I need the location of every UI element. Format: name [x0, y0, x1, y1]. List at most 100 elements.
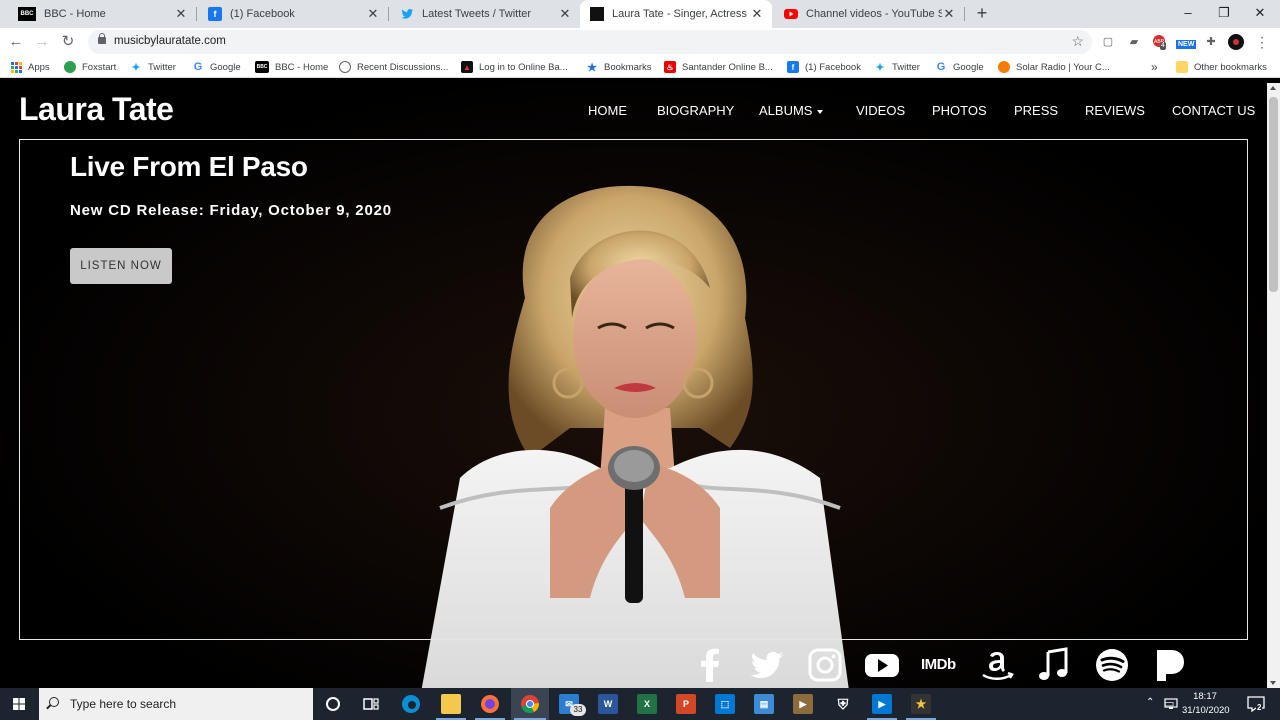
bookmark-santander[interactable]: ♨ Santander Online B...	[664, 59, 773, 75]
new-extension-icon[interactable]: NEW	[1176, 34, 1197, 50]
bookmark-bookmarks[interactable]: ★ Bookmarks	[586, 59, 651, 75]
tab-laura-tate[interactable]: Laura Tate - Singer, Actress ✕	[580, 0, 772, 28]
media-player-icon[interactable]: ▶	[793, 694, 813, 714]
bookmark-foxstart[interactable]: Foxstart	[64, 59, 116, 75]
bookmark-recent-discussions[interactable]: Recent Discussions...	[339, 59, 448, 75]
tray-overflow-icon[interactable]: ⌃	[1146, 697, 1154, 708]
bookmark-facebook[interactable]: f (1) Facebook	[787, 59, 861, 75]
taskbar-search-box[interactable]: Type here to search	[39, 688, 313, 720]
site-logo[interactable]: Laura Tate	[19, 91, 174, 128]
bookmark-online-banking[interactable]: ▲ Log in to Online Ba...	[461, 59, 568, 75]
nav-photos[interactable]: PHOTOS	[932, 103, 987, 118]
close-tab-icon[interactable]: ✕	[942, 6, 956, 22]
minimize-button[interactable]: –	[1170, 0, 1206, 28]
file-explorer-icon[interactable]	[441, 694, 461, 714]
tab-facebook[interactable]: f (1) Facebook ✕	[198, 0, 388, 28]
browser-tab-strip: BBC BBC - Home ✕ f (1) Facebook ✕ Latest…	[0, 0, 1280, 28]
system-clock[interactable]: 18:17 31/10/2020	[1182, 690, 1230, 718]
bookmarks-bar: Apps Foxstart ✦ Twitter G Google BBC BBC…	[0, 56, 1280, 78]
bookmark-google[interactable]: G Google	[192, 59, 241, 75]
other-bookmarks[interactable]: Other bookmarks	[1176, 59, 1267, 75]
forward-button[interactable]: →	[32, 32, 52, 52]
bookmark-solar-radio[interactable]: Solar Radio | Your C...	[998, 59, 1110, 75]
amazon-icon[interactable]	[979, 646, 1015, 684]
url-text[interactable]: musicbylauratate.com	[114, 35, 226, 47]
bookmark-apps[interactable]: Apps	[10, 59, 50, 75]
address-bar[interactable]: musicbylauratate.com ☆	[88, 30, 1092, 54]
adblock-icon[interactable]: ABP 4	[1152, 34, 1168, 50]
listen-now-button[interactable]: LISTEN NOW	[70, 248, 172, 284]
bookmark-twitter[interactable]: ✦ Twitter	[130, 59, 176, 75]
video-editor-icon[interactable]: ★	[911, 694, 931, 714]
cortana-icon[interactable]	[323, 694, 343, 714]
nav-reviews[interactable]: REVIEWS	[1085, 103, 1145, 118]
windows-taskbar: Type here to search ✉ 33 W X P ⬚ ▤ ▶ ⛨ ▶…	[0, 688, 1280, 720]
bookmark-google-2[interactable]: G Google	[935, 59, 984, 75]
tab-title: Latest Tweets / Twitter	[422, 8, 532, 20]
bookmark-star-icon[interactable]: ☆	[1071, 33, 1084, 50]
extension-icon[interactable]: ▰	[1126, 34, 1142, 50]
close-tab-icon[interactable]: ✕	[750, 6, 764, 22]
tab-separator	[964, 7, 965, 21]
store-icon[interactable]: ⬚	[715, 694, 735, 714]
windows-start-icon[interactable]	[0, 688, 38, 720]
bookmarks-overflow-button[interactable]: »	[1151, 59, 1158, 75]
nav-press[interactable]: PRESS	[1014, 103, 1058, 118]
scroll-up-arrow-icon[interactable]	[1270, 86, 1276, 90]
word-icon[interactable]: W	[598, 694, 618, 714]
nav-videos[interactable]: VIDEOS	[856, 103, 905, 118]
clock-date: 31/10/2020	[1182, 705, 1230, 716]
control-panel-icon[interactable]: ▤	[754, 694, 774, 714]
office-app-icon[interactable]: P	[676, 694, 696, 714]
youtube-icon[interactable]	[864, 646, 900, 684]
chrome-menu-icon[interactable]: ⋮	[1254, 34, 1270, 50]
close-tab-icon[interactable]: ✕	[558, 6, 572, 22]
tab-search-icon[interactable]: ▢	[1100, 34, 1116, 50]
close-window-button[interactable]: ✕	[1242, 0, 1278, 28]
lock-icon	[98, 33, 106, 44]
task-view-icon[interactable]	[361, 694, 381, 714]
profile-avatar[interactable]	[1228, 34, 1244, 50]
firefox-icon[interactable]	[480, 694, 500, 714]
page-scrollbar[interactable]	[1267, 83, 1280, 688]
security-shield-icon[interactable]: ⛨	[833, 694, 853, 714]
close-tab-icon[interactable]: ✕	[174, 6, 188, 22]
nav-contact-us[interactable]: CONTACT US	[1172, 103, 1255, 118]
bbc-icon: BBC	[18, 7, 36, 21]
hero-subtitle: New CD Release: Friday, October 9, 2020	[70, 202, 392, 219]
bookmark-label: Apps	[28, 61, 50, 73]
tab-youtube-studio[interactable]: Channel videos - YouTube Studio ✕	[774, 0, 964, 28]
chrome-icon[interactable]	[520, 694, 540, 714]
facebook-icon[interactable]	[692, 646, 728, 684]
twitter-icon	[400, 7, 414, 21]
notification-center-icon[interactable]: 2	[1246, 694, 1266, 714]
new-tab-button[interactable]: +	[972, 3, 992, 23]
spotify-icon[interactable]	[1094, 646, 1130, 684]
bookmark-bbc[interactable]: BBC BBC - Home	[255, 59, 328, 75]
edge-icon[interactable]	[401, 694, 421, 714]
bookmark-twitter-2[interactable]: ✦ Twitter	[874, 59, 920, 75]
scroll-down-arrow-icon[interactable]	[1270, 681, 1276, 685]
music-note-icon[interactable]	[1036, 646, 1072, 684]
movie-maker-icon[interactable]: ▶	[872, 694, 892, 714]
close-tab-icon[interactable]: ✕	[366, 6, 380, 22]
twitter-icon[interactable]	[749, 646, 785, 684]
reload-button[interactable]: ↻	[58, 32, 78, 52]
tab-title: BBC - Home	[44, 8, 106, 20]
nav-home[interactable]: HOME	[588, 103, 627, 118]
star-icon: ★	[587, 61, 597, 74]
scrollbar-thumb[interactable]	[1269, 97, 1278, 292]
clock-time: 18:17	[1193, 691, 1217, 702]
excel-icon[interactable]: X	[637, 694, 657, 714]
restore-button[interactable]: ❐	[1206, 0, 1242, 28]
tab-bbc[interactable]: BBC BBC - Home ✕	[8, 0, 196, 28]
instagram-icon[interactable]	[807, 646, 843, 684]
pandora-icon[interactable]	[1151, 646, 1187, 684]
imdb-icon[interactable]: IMDb	[921, 646, 961, 684]
tab-twitter[interactable]: Latest Tweets / Twitter ✕	[390, 0, 580, 28]
web-page: Laura Tate HOME BIOGRAPHY ALBUMS VIDEOS …	[0, 83, 1267, 688]
nav-biography[interactable]: BIOGRAPHY	[657, 103, 734, 118]
nav-albums[interactable]: ALBUMS	[759, 103, 824, 118]
puzzle-icon[interactable]: ✚	[1203, 34, 1219, 50]
back-button[interactable]: ←	[6, 32, 26, 52]
